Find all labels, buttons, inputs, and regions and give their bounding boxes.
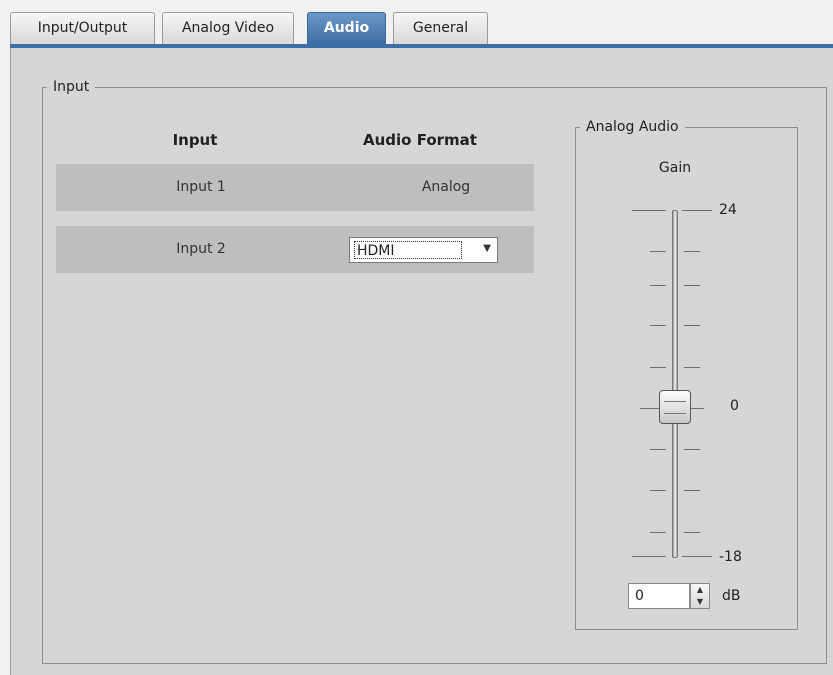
analog-audio-group: Analog Audio	[575, 119, 798, 630]
scale-tick	[684, 251, 700, 252]
spin-down-icon[interactable]: ▼	[691, 596, 709, 608]
scale-tick	[650, 251, 666, 252]
row-input-name: Input 2	[176, 241, 226, 257]
scale-tick	[684, 325, 700, 326]
chevron-down-icon[interactable]: ▼	[483, 243, 491, 254]
scale-tick	[650, 325, 666, 326]
analog-audio-legend: Analog Audio	[586, 119, 679, 135]
gain-label: Gain	[658, 160, 692, 176]
spin-up-icon[interactable]: ▲	[691, 584, 709, 596]
scale-min-label: -18	[719, 549, 742, 565]
tab-general[interactable]: General	[393, 12, 488, 44]
audio-format-select-value: HDMI	[354, 241, 462, 259]
scale-tick	[632, 556, 666, 557]
scale-tick	[682, 556, 712, 557]
scale-tick	[684, 285, 700, 286]
scale-tick	[684, 449, 700, 450]
scale-tick	[684, 532, 700, 533]
column-header-input: Input	[172, 131, 218, 149]
scale-tick	[682, 210, 712, 211]
gain-slider-thumb[interactable]	[659, 390, 691, 424]
gain-slider-track[interactable]	[672, 210, 678, 558]
scale-tick	[650, 285, 666, 286]
tab-audio[interactable]: Audio	[307, 12, 386, 44]
row-input-name: Input 1	[176, 179, 226, 195]
column-header-audio-format: Audio Format	[363, 131, 477, 149]
scale-tick	[684, 367, 700, 368]
tab-analog-video[interactable]: Analog Video	[162, 12, 294, 44]
input-group-legend: Input	[53, 79, 90, 95]
scale-tick	[650, 490, 666, 491]
scale-tick	[684, 490, 700, 491]
audio-format-select[interactable]: HDMI ▼	[349, 237, 498, 263]
scale-mid-label: 0	[730, 398, 739, 414]
gain-unit-label: dB	[722, 588, 741, 604]
table-row: Input 1 Analog	[56, 164, 534, 211]
gain-value-input[interactable]: 0	[628, 583, 690, 609]
gain-spinner[interactable]: ▲ ▼	[690, 583, 710, 609]
row-audio-format: Analog	[421, 179, 471, 195]
scale-max-label: 24	[719, 202, 737, 218]
scale-tick	[650, 367, 666, 368]
tab-bar: Input/Output Analog Video Audio General	[0, 0, 833, 50]
scale-tick	[650, 449, 666, 450]
tab-input-output[interactable]: Input/Output	[10, 12, 155, 44]
scale-tick	[650, 532, 666, 533]
scale-tick	[632, 210, 666, 211]
